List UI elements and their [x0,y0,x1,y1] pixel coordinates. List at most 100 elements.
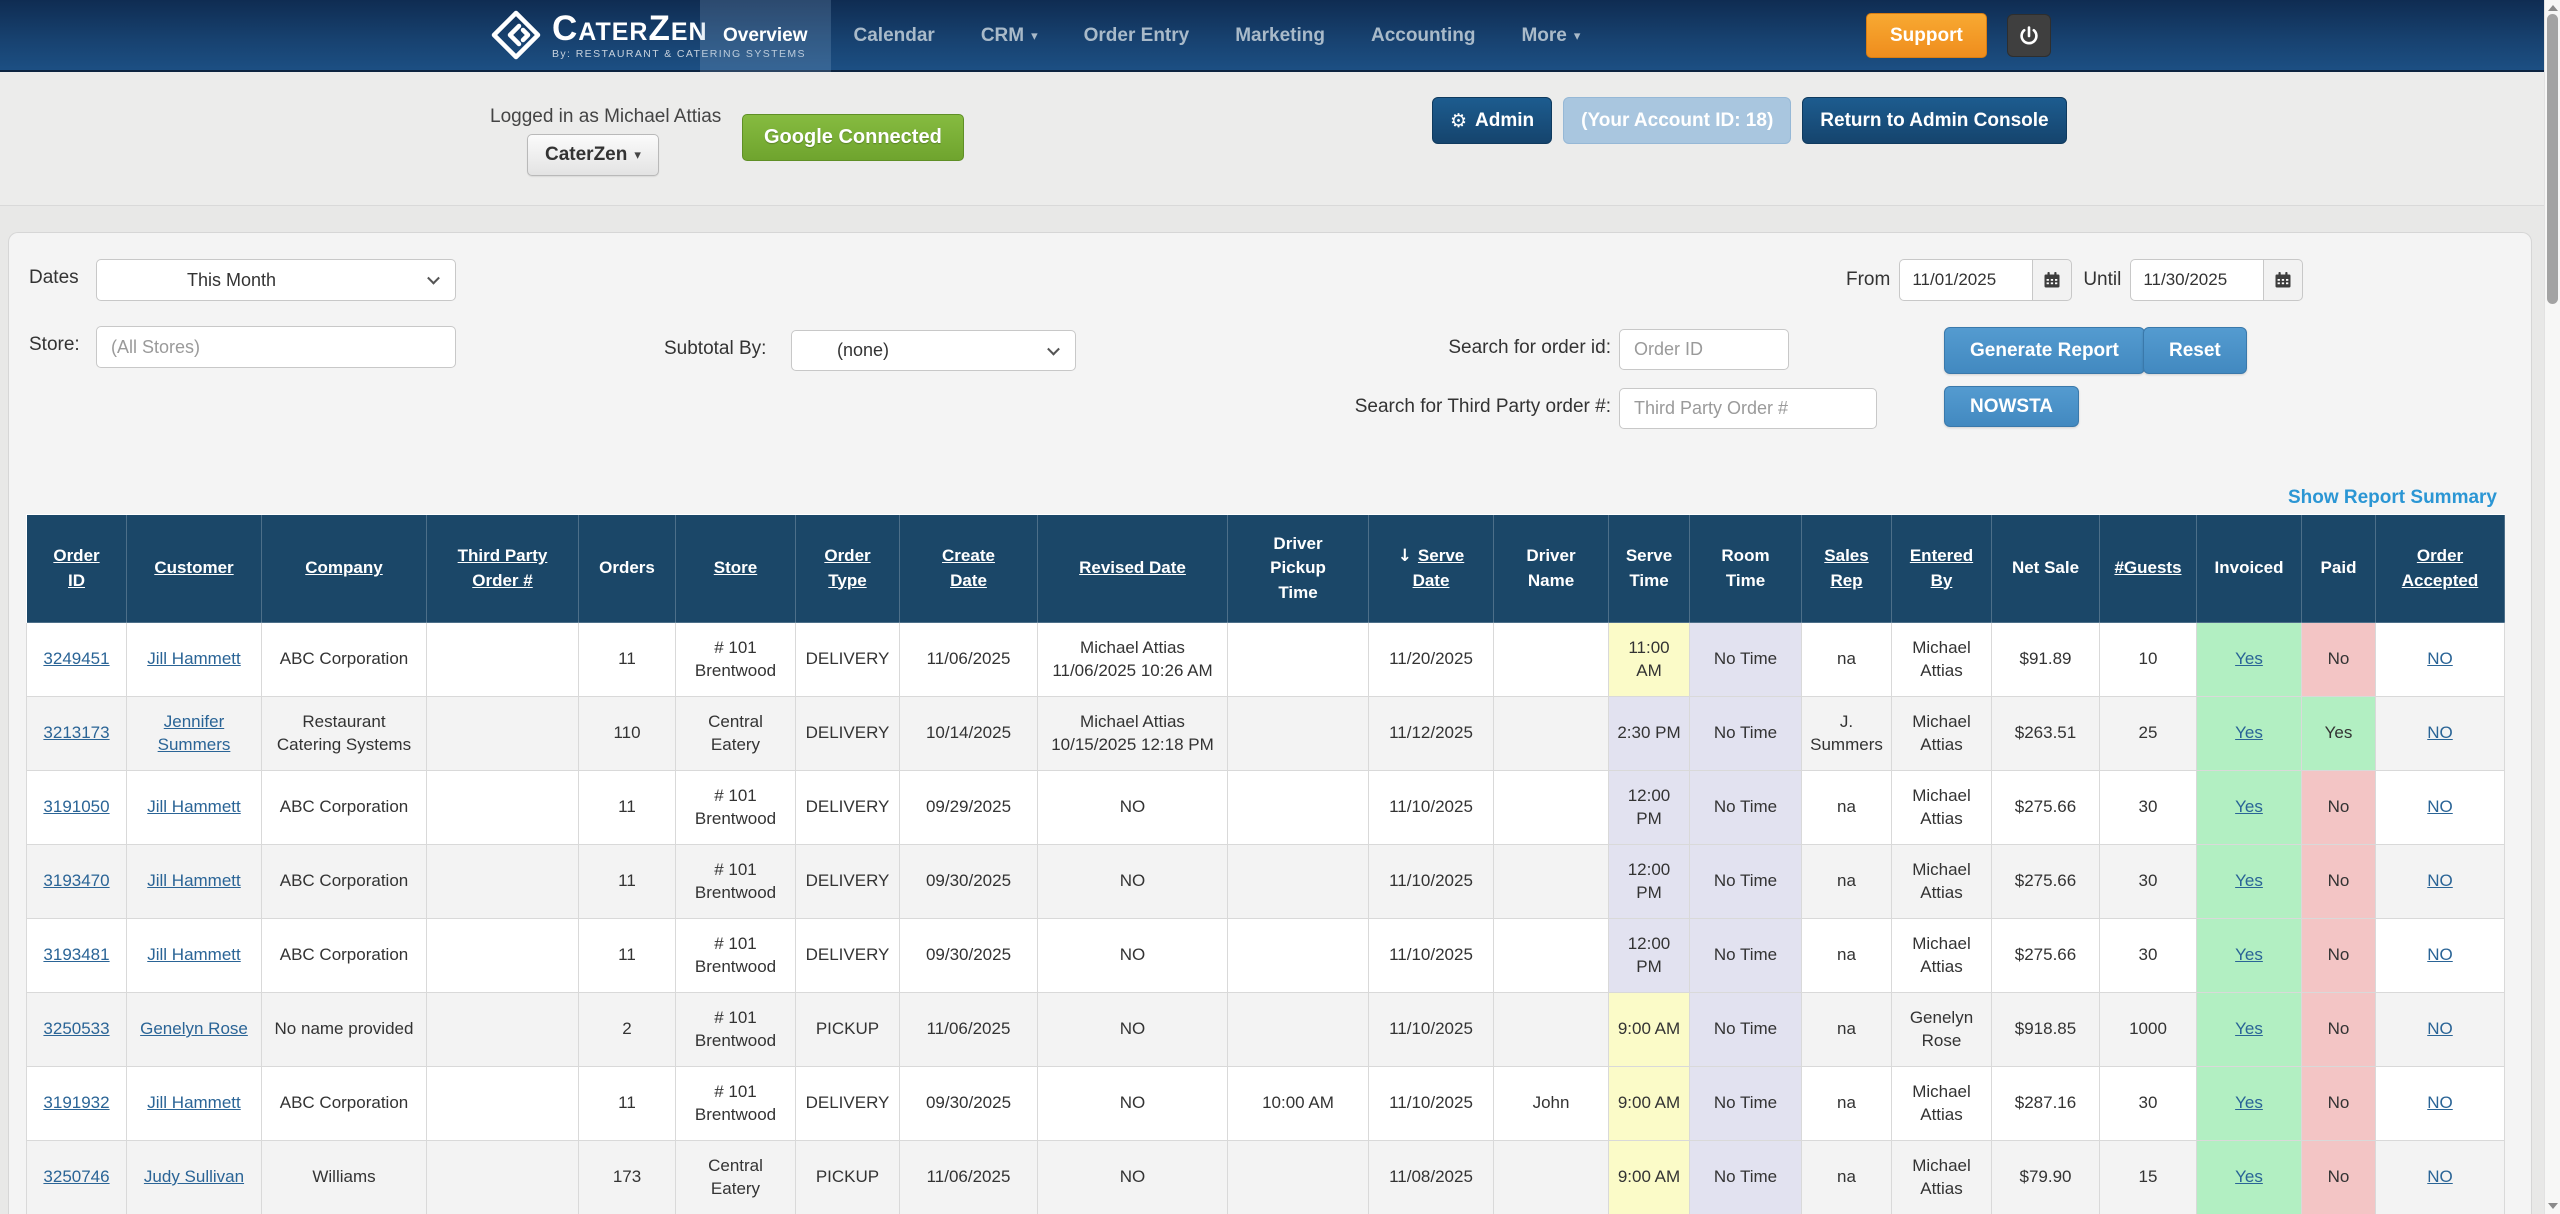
nowsta-button[interactable]: NOWSTA [1944,386,2079,427]
return-to-admin-console-button[interactable]: Return to Admin Console [1802,97,2066,144]
show-report-summary-link[interactable]: Show Report Summary [2288,487,2497,509]
invoiced-link[interactable]: Yes [2235,1019,2263,1038]
scroll-up-arrow[interactable] [2545,1,2560,15]
column-header-revised[interactable]: Revised Date [1038,515,1228,623]
subtotal-by-select[interactable]: (none) [791,330,1076,371]
invoiced-link[interactable]: Yes [2235,1167,2263,1186]
order-accepted-link[interactable]: NO [2427,723,2453,742]
scrollbar-thumb[interactable] [2547,14,2558,304]
cell-company: No name provided [262,993,427,1067]
generate-report-button[interactable]: Generate Report [1944,327,2145,374]
cell-entered_by: Michael Attias [1892,771,1992,845]
scroll-down-arrow[interactable] [2545,1199,2560,1213]
order-accepted-link[interactable]: NO [2427,1167,2453,1186]
customer-link[interactable]: Genelyn Rose [140,1019,248,1038]
customer-link[interactable]: Jill Hammett [147,649,241,668]
order-id-link[interactable]: 3213173 [43,723,109,742]
cell-sales_rep: J. Summers [1802,697,1892,771]
reset-button[interactable]: Reset [2143,327,2247,374]
order-id-link[interactable]: 3191050 [43,797,109,816]
invoiced-link[interactable]: Yes [2235,1093,2263,1112]
cell-serve_time: 9:00 AM [1609,993,1690,1067]
customer-link[interactable]: Jennifer Summers [158,712,231,754]
cell-order_accepted: NO [2376,919,2505,993]
admin-button[interactable]: ⚙ Admin [1432,97,1552,144]
cell-guests: 10 [2100,623,2197,697]
invoiced-link[interactable]: Yes [2235,797,2263,816]
cell-order_id: 3249451 [27,623,127,697]
cell-serve_time: 9:00 AM [1609,1067,1690,1141]
order-id-link[interactable]: 3249451 [43,649,109,668]
nav-item-crm[interactable]: CRM▾ [958,0,1061,72]
column-header-order_id[interactable]: Order ID [27,515,127,623]
column-header-third_party[interactable]: Third Party Order # [427,515,579,623]
support-button[interactable]: Support [1866,13,1987,58]
column-header-serve_date[interactable]: ↓ Serve Date [1369,515,1494,623]
nav-item-overview[interactable]: Overview [700,0,831,72]
column-header-sales_rep[interactable]: Sales Rep [1802,515,1892,623]
order-id-link[interactable]: 3250746 [43,1167,109,1186]
until-date-input[interactable] [2130,259,2263,301]
invoiced-link[interactable]: Yes [2235,649,2263,668]
nav-item-more[interactable]: More▾ [1498,0,1603,72]
customer-link[interactable]: Jill Hammett [147,797,241,816]
customer-link[interactable]: Judy Sullivan [144,1167,244,1186]
cell-orders: 11 [579,1067,676,1141]
column-header-store[interactable]: Store [676,515,796,623]
nav-item-calendar[interactable]: Calendar [831,0,958,72]
customer-link[interactable]: Jill Hammett [147,871,241,890]
cell-invoiced: Yes [2197,1141,2302,1214]
nav-item-order-entry[interactable]: Order Entry [1061,0,1213,72]
column-header-guests[interactable]: #Guests [2100,515,2197,623]
google-connected-button[interactable]: Google Connected [742,114,964,161]
invoiced-link[interactable]: Yes [2235,945,2263,964]
column-header-invoiced: Invoiced [2197,515,2302,623]
cell-driver_pickup [1228,919,1369,993]
cell-third_party [427,919,579,993]
order-accepted-link[interactable]: NO [2427,1093,2453,1112]
account-id-badge[interactable]: (Your Account ID: 18) [1563,97,1791,144]
invoiced-link[interactable]: Yes [2235,723,2263,742]
order-accepted-link[interactable]: NO [2427,649,2453,668]
cell-serve_time: 11:00 AM [1609,623,1690,697]
nav-item-marketing[interactable]: Marketing [1212,0,1348,72]
cell-paid: No [2302,623,2376,697]
order-accepted-link[interactable]: NO [2427,945,2453,964]
order-accepted-link[interactable]: NO [2427,871,2453,890]
store-input[interactable] [96,326,456,368]
customer-link[interactable]: Jill Hammett [147,1093,241,1112]
customer-link[interactable]: Jill Hammett [147,945,241,964]
account-menu-button[interactable]: CaterZen ▾ [527,134,659,176]
third-party-search-input[interactable] [1619,388,1877,429]
logout-power-button[interactable] [2007,14,2051,57]
cell-driver_pickup: 10:00 AM [1228,1067,1369,1141]
order-id-link[interactable]: 3193481 [43,945,109,964]
cell-net_sale: $918.85 [1992,993,2100,1067]
order-id-link[interactable]: 3193470 [43,871,109,890]
order-id-link[interactable]: 3191932 [43,1093,109,1112]
cell-customer: Jill Hammett [127,845,262,919]
order-id-link[interactable]: 3250533 [43,1019,109,1038]
vertical-scrollbar[interactable] [2544,0,2560,1214]
column-header-create_date[interactable]: Create Date [900,515,1038,623]
from-calendar-button[interactable] [2032,259,2072,301]
invoiced-link[interactable]: Yes [2235,871,2263,890]
column-header-customer[interactable]: Customer [127,515,262,623]
from-date-input[interactable] [1899,259,2032,301]
dates-select[interactable]: This Month [96,259,456,301]
cell-orders: 173 [579,1141,676,1214]
cell-store: Central Eatery [676,697,796,771]
google-connected-label: Google Connected [764,126,942,149]
order-id-search-input[interactable] [1619,329,1789,370]
cell-serve_date: 11/10/2025 [1369,771,1494,845]
order-accepted-link[interactable]: NO [2427,797,2453,816]
column-header-company[interactable]: Company [262,515,427,623]
nav-item-accounting[interactable]: Accounting [1348,0,1499,72]
column-header-order_type[interactable]: Order Type [796,515,900,623]
column-header-entered_by[interactable]: Entered By [1892,515,1992,623]
until-calendar-button[interactable] [2263,259,2303,301]
cell-orders: 110 [579,697,676,771]
column-header-order_accepted[interactable]: Order Accepted [2376,515,2505,623]
order-accepted-link[interactable]: NO [2427,1019,2453,1038]
account-id-label: (Your Account ID: 18) [1581,110,1773,132]
